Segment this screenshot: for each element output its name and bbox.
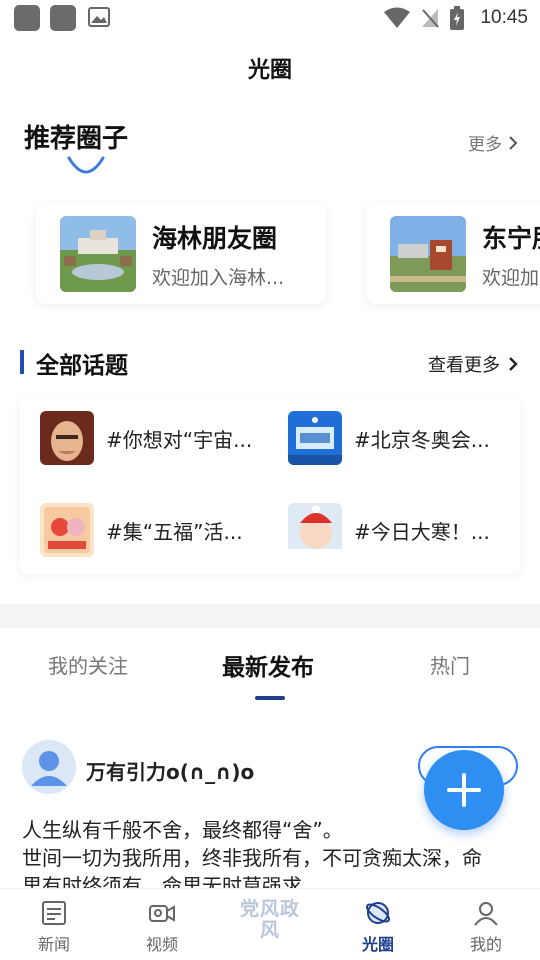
topic-item[interactable]: #集“五福”活... (40, 503, 243, 557)
title-bar: 光圈 (0, 48, 540, 94)
topics-panel: #你想对“宇宙... #北京冬奥会... #集“五福”活... #今日大寒！..… (20, 396, 520, 574)
loading-spinner-icon (67, 156, 105, 174)
post-username[interactable]: 万有引力o(∩_∩)o (86, 756, 254, 785)
tab-following[interactable]: 我的关注 (48, 650, 128, 679)
recommended-more-link[interactable]: 更多 (468, 130, 518, 155)
circle-description: 欢迎加入东宁... (482, 266, 540, 289)
nav-label: 新闻 (37, 935, 70, 954)
avatar[interactable] (22, 740, 76, 794)
topic-thumbnail-image (288, 503, 342, 557)
notification-app-icon (50, 5, 76, 31)
tab-hot[interactable]: 热门 (430, 650, 470, 679)
topic-label: #集“五福”活... (106, 519, 243, 544)
circle-name: 东宁朋友圈 (482, 223, 540, 253)
section-accent-bar (20, 350, 24, 374)
topic-label: #今日大寒！... (354, 519, 490, 544)
nav-label: 视频 (145, 935, 178, 954)
section-divider (0, 604, 540, 628)
notification-app-icon (14, 5, 40, 31)
circle-thumbnail-image (390, 216, 466, 292)
topic-thumbnail-image (40, 411, 94, 465)
circle-card[interactable]: 海林朋友圈 欢迎加入海林... (36, 204, 326, 304)
topics-more-link[interactable]: 查看更多 (428, 351, 518, 377)
image-notification-icon (88, 7, 110, 27)
profile-icon (474, 902, 498, 926)
plus-icon (447, 773, 481, 807)
topics-more-label: 查看更多 (428, 355, 500, 376)
page-title: 光圈 (247, 58, 292, 83)
circle-thumbnail-image (60, 216, 136, 292)
battery-charging-icon (450, 6, 465, 30)
circle-card[interactable]: 东宁朋友圈 欢迎加入东宁... (366, 204, 540, 304)
news-icon (42, 901, 66, 925)
topic-thumbnail-image (288, 411, 342, 465)
recommended-more-label: 更多 (468, 135, 502, 155)
topic-item[interactable]: #今日大寒！... (288, 503, 490, 557)
topic-item[interactable]: #北京冬奥会... (288, 411, 490, 465)
all-topics-title: 全部话题 (36, 353, 128, 379)
topic-label: #北京冬奥会... (354, 427, 490, 452)
chevron-right-icon (509, 357, 518, 371)
circle-description: 欢迎加入海林... (152, 266, 285, 289)
nav-item-profile[interactable]: 我的 (432, 889, 540, 960)
status-time: 10:45 (480, 7, 528, 28)
nav-item-party-style[interactable]: 党风政风 (216, 889, 324, 960)
nav-label: 我的 (469, 935, 502, 954)
add-post-button[interactable] (424, 750, 504, 830)
nav-item-video[interactable]: 视频 (108, 889, 216, 960)
recommended-circles-title: 推荐圈子 (24, 124, 129, 154)
tab-latest[interactable]: 最新发布 (222, 648, 314, 682)
topic-item[interactable]: #你想对“宇宙... (40, 411, 252, 465)
active-tab-indicator (255, 696, 285, 700)
status-bar: 10:45 (0, 0, 540, 38)
video-camera-icon (149, 905, 175, 922)
post-line: 世间一切为我所用，终非我所有，不可贪痴太深，命 (22, 846, 482, 870)
nav-item-circle[interactable]: 光圈 (324, 889, 432, 960)
wifi-icon (384, 7, 411, 28)
topic-label: #你想对“宇宙... (106, 427, 253, 452)
circle-name: 海林朋友圈 (152, 223, 278, 253)
party-style-logo: 党风政风 (240, 898, 301, 941)
no-signal-icon (422, 9, 440, 28)
nav-item-news[interactable]: 新闻 (0, 889, 108, 960)
nav-label: 光圈 (361, 935, 394, 954)
planet-icon (365, 902, 391, 924)
chevron-right-icon (509, 135, 518, 150)
bottom-nav: 新闻 视频 党风政风 光圈 我的 (0, 888, 540, 960)
topic-thumbnail-image (40, 503, 94, 557)
post-line: 里有时终须有，命里无时莫强求。 (22, 874, 322, 888)
